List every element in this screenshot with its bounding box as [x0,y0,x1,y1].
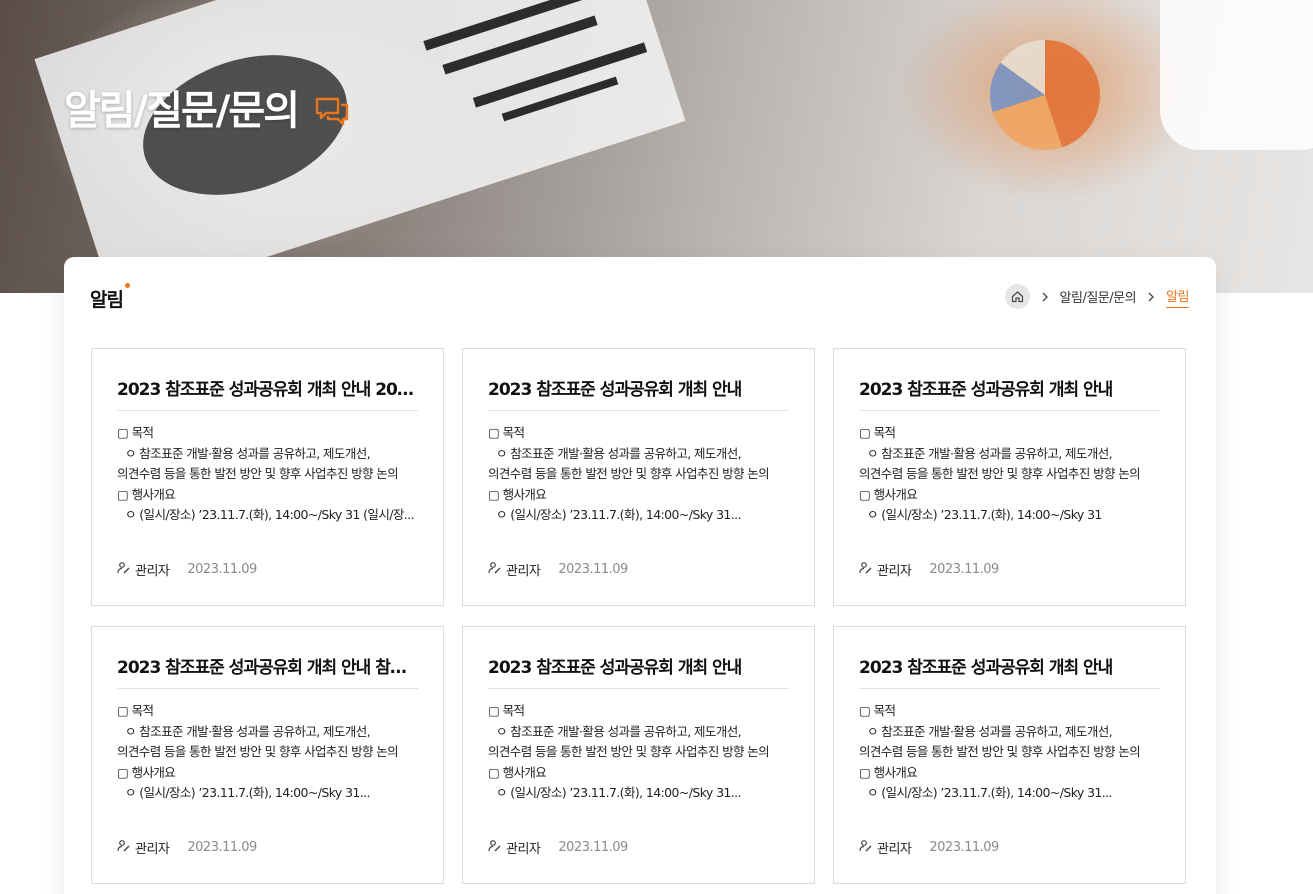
card-body-line: ▢ 행사개요 [859,486,918,502]
home-icon[interactable] [1004,284,1030,309]
notice-card[interactable]: 2023 참조표준 성과공유회 개최 안내 202... ▢ 목적 ㅇ 참조표준 개… [91,348,444,606]
card-body: ▢ 목적 ㅇ 참조표준 개발·활용 성과를 공유하고, 제도개선, 의견수렴 등을 … [117,423,418,526]
card-date: 2023.11.09 [558,840,628,855]
card-title[interactable]: 2023 참조표준 성과공유회 개최 안내 [488,375,789,411]
card-body: ▢ 목적 ㅇ 참조표준 개발·활용 성과를 공유하고, 제도개선, 의견수렴 등을 … [859,423,1160,526]
card-body-line: ㅇ (일시/장소) ’23.11.7.(화), 14:00~/Sky 31... [125,785,371,800]
breadcrumb-item-current[interactable]: 알림 [1166,286,1189,308]
hero-background-decoration [990,40,1100,150]
notice-card[interactable]: 2023 참조표준 성과공유회 개최 안내 ▢ 목적 ㅇ 참조표준 개발·활용 성과… [462,348,815,606]
card-meta: 관리자 2023.11.09 [117,838,257,857]
section-title: 알림 [90,283,130,312]
card-body-line: 의견수렴 등을 통한 발전 방안 및 향후 사업추진 방향 논의 [859,466,1141,481]
page-title: 알림/질문/문의 [64,78,350,136]
card-body-line: ▢ 행사개요 [488,764,547,780]
hero-background-decoration [1160,0,1313,150]
card-body-line: ▢ 목적 [488,703,525,718]
card-meta: 관리자 2023.11.09 [117,560,257,579]
pen-user-icon [117,839,130,856]
card-body: ▢ 목적 ㅇ 참조표준 개발·활용 성과를 공유하고, 제도개선, 의견수렴 등을 … [488,701,789,804]
card-body-line: ▢ 행사개요 [117,486,176,502]
card-meta: 관리자 2023.11.09 [859,560,999,579]
card-author: 관리자 [135,564,170,579]
card-date: 2023.11.09 [558,562,628,577]
card-body-line: ㅇ (일시/장소) ’23.11.7.(화), 14:00~/Sky 31 [867,507,1102,522]
card-title[interactable]: 2023 참조표준 성과공유회 개최 안내 [859,653,1160,689]
card-meta: 관리자 2023.11.09 [488,838,628,857]
card-author: 관리자 [877,564,912,579]
card-body-line: 의견수렴 등을 통한 발전 방안 및 향후 사업추진 방향 논의 [117,466,399,481]
pen-user-icon [117,561,130,578]
card-date: 2023.11.09 [929,562,999,577]
pen-user-icon [488,561,501,578]
card-date: 2023.11.09 [187,840,257,855]
page-title-text: 알림/질문/문의 [64,88,300,134]
chevron-right-icon [1136,292,1166,302]
card-author: 관리자 [506,564,541,579]
card-title[interactable]: 2023 참조표준 성과공유회 개최 안내 202... [117,375,418,411]
accent-dot [124,283,130,288]
notice-card[interactable]: 2023 참조표준 성과공유회 개최 안내 ▢ 목적 ㅇ 참조표준 개발·활용 성과… [833,626,1186,884]
card-body-line: ㅇ (일시/장소) ’23.11.7.(화), 14:00~/Sky 31... [496,785,742,800]
card-body-line: ▢ 행사개요 [859,764,918,780]
card-body-line: 의견수렴 등을 통한 발전 방안 및 향후 사업추진 방향 논의 [488,466,770,481]
card-body: ▢ 목적 ㅇ 참조표준 개발·활용 성과를 공유하고, 제도개선, 의견수렴 등을 … [859,701,1160,804]
card-body-line: ㅇ 참조표준 개발·활용 성과를 공유하고, 제도개선, [125,723,371,739]
chevron-right-icon [1030,292,1060,302]
card-meta: 관리자 2023.11.09 [488,560,628,579]
notice-card[interactable]: 2023 참조표준 성과공유회 개최 안내 ▢ 목적 ㅇ 참조표준 개발·활용 성과… [833,348,1186,606]
card-body-line: 의견수렴 등을 통한 발전 방안 및 향후 사업추진 방향 논의 [488,744,770,759]
card-body-line: ▢ 목적 [488,425,525,440]
card-body-line: 의견수렴 등을 통한 발전 방안 및 향후 사업추진 방향 논의 [117,744,399,759]
card-body-line: ▢ 행사개요 [117,764,176,780]
card-body-line: ㅇ 참조표준 개발·활용 성과를 공유하고, 제도개선, [496,723,742,739]
card-title[interactable]: 2023 참조표준 성과공유회 개최 안내 [859,375,1160,411]
hero-background-image [34,0,686,293]
card-body-line: ▢ 행사개요 [488,486,547,502]
section-title-text: 알림 [90,289,124,311]
card-body: ▢ 목적 ㅇ 참조표준 개발·활용 성과를 공유하고, 제도개선, 의견수렴 등을 … [488,423,789,526]
card-body-line: ▢ 목적 [859,425,896,440]
card-body-line: ▢ 목적 [117,425,154,440]
card-body-line: ㅇ (일시/장소) ’23.11.7.(화), 14:00~/Sky 31... [496,507,742,522]
card-date: 2023.11.09 [187,562,257,577]
notice-card[interactable]: 2023 참조표준 성과공유회 개최 안내 참조표 ▢ 목적 ㅇ 참조표준 개발·활… [91,626,444,884]
pen-user-icon [859,839,872,856]
pen-user-icon [859,561,872,578]
card-body-line: ㅇ (일시/장소) ’23.11.7.(화), 14:00~/Sky 31 (일… [125,507,414,522]
card-author: 관리자 [506,842,541,857]
card-title[interactable]: 2023 참조표준 성과공유회 개최 안내 참조표 [117,653,418,689]
breadcrumb: 알림/질문/문의 알림 [1004,284,1189,309]
chat-bubbles-icon [314,91,350,126]
card-body-line: ▢ 목적 [859,703,896,718]
pen-user-icon [488,839,501,856]
card-body-line: ㅇ 참조표준 개발·활용 성과를 공유하고, 제도개선, [867,723,1113,739]
notice-card[interactable]: 2023 참조표준 성과공유회 개최 안내 ▢ 목적 ㅇ 참조표준 개발·활용 성과… [462,626,815,884]
card-body: ▢ 목적 ㅇ 참조표준 개발·활용 성과를 공유하고, 제도개선, 의견수렴 등을 … [117,701,418,804]
card-author: 관리자 [135,842,170,857]
card-title[interactable]: 2023 참조표준 성과공유회 개최 안내 [488,653,789,689]
card-body-line: ㅇ 참조표준 개발·활용 성과를 공유하고, 제도개선, [125,445,371,461]
card-body-line: ㅇ 참조표준 개발·활용 성과를 공유하고, 제도개선, [867,445,1113,461]
card-date: 2023.11.09 [929,840,999,855]
card-body-line: 의견수렴 등을 통한 발전 방안 및 향후 사업추진 방향 논의 [859,744,1141,759]
card-meta: 관리자 2023.11.09 [859,838,999,857]
hero-banner: 알림/질문/문의 [0,0,1313,293]
breadcrumb-item[interactable]: 알림/질문/문의 [1060,287,1137,306]
card-body-line: ㅇ (일시/장소) ’23.11.7.(화), 14:00~/Sky 31... [867,785,1113,800]
card-body-line: ㅇ 참조표준 개발·활용 성과를 공유하고, 제도개선, [496,445,742,461]
content-panel: 알림 알림/질문/문의 알림 2023 참조표준 성과공유회 개최 안내 202… [64,257,1216,894]
notice-card-grid: 2023 참조표준 성과공유회 개최 안내 202... ▢ 목적 ㅇ 참조표준 개… [91,348,1187,884]
card-body-line: ▢ 목적 [117,703,154,718]
card-author: 관리자 [877,842,912,857]
